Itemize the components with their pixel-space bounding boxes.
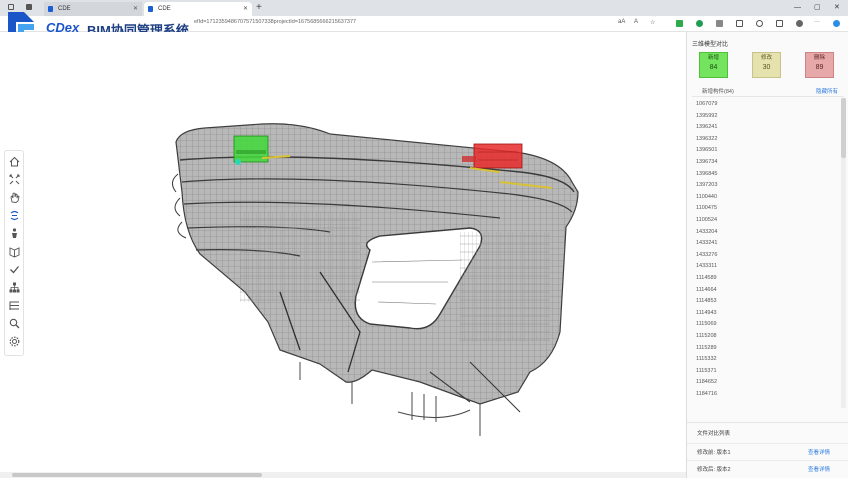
modified-label: 修改: [760, 55, 772, 61]
component-id-item[interactable]: 1100524: [696, 217, 717, 223]
shield-extension-icon[interactable]: [676, 20, 683, 27]
deleted-count-card[interactable]: 删除 89: [805, 52, 834, 78]
component-id-item[interactable]: 1115332: [696, 356, 717, 362]
component-id-item[interactable]: 1396845: [696, 171, 717, 177]
viewer-toolbar: [4, 150, 24, 356]
deleted-label: 删除: [813, 55, 825, 61]
added-list-header: 新增构件(84) 隐藏所有: [692, 84, 844, 97]
compare-row-label: 修改后: 版本2: [697, 467, 731, 473]
component-id-item[interactable]: 1397203: [696, 182, 717, 188]
added-count-card[interactable]: 新增 84: [699, 52, 728, 78]
model-compare-panel: 三维模型对比 新增 84 修改 30 删除 89 新增构件(84) 隐藏所有 1…: [686, 32, 848, 478]
modified-count: 30: [762, 64, 771, 71]
component-id-item[interactable]: 1115371: [696, 368, 717, 374]
component-id-item[interactable]: 1115069: [696, 321, 717, 327]
minimize-icon[interactable]: —: [794, 1, 801, 15]
home-icon[interactable]: [8, 155, 21, 168]
person-icon[interactable]: [8, 227, 21, 240]
cde-favicon-icon: [48, 6, 53, 12]
component-id-item[interactable]: 1184652: [696, 379, 717, 385]
component-id-item[interactable]: 1114853: [696, 298, 717, 304]
component-id-item[interactable]: 1433241: [696, 240, 717, 246]
scrollbar-thumb[interactable]: [12, 473, 262, 477]
green-extension-icon[interactable]: [696, 20, 703, 27]
view-details-link[interactable]: 查看详情: [808, 465, 830, 473]
added-label: 新增: [707, 55, 719, 61]
modified-count-card[interactable]: 修改 30: [752, 52, 781, 78]
browser-tab-strip: CDE ✕ CDE ✕ + — ▢ ✕: [0, 0, 848, 16]
component-id-item[interactable]: 1100440: [696, 194, 717, 200]
close-tab-icon[interactable]: ✕: [133, 2, 138, 16]
file-compare-title: 文件对比列表: [697, 431, 731, 437]
component-id-item[interactable]: 1396241: [696, 124, 717, 130]
list-scrollbar-thumb[interactable]: [841, 98, 846, 158]
component-id-item[interactable]: 1433276: [696, 252, 717, 258]
component-id-item[interactable]: 1100475: [696, 205, 717, 211]
favorite-star-icon[interactable]: ☆: [650, 19, 655, 26]
file-compare-list: 文件对比列表 修改前: 版本1 查看详情 修改后: 版本2 查看详情: [687, 422, 848, 478]
horizontal-scrollbar[interactable]: [0, 472, 686, 478]
url-field[interactable]: efId=1712359486707571507338projectId=167…: [194, 19, 356, 25]
tab-label: CDE: [58, 6, 71, 12]
component-id-item[interactable]: 1114664: [696, 287, 717, 293]
view-details-link[interactable]: 查看详情: [808, 448, 830, 456]
profile-icon[interactable]: [796, 20, 803, 27]
component-id-item[interactable]: 1396322: [696, 136, 717, 142]
list-scrollbar[interactable]: [841, 98, 846, 408]
properties-list-icon[interactable]: [8, 299, 21, 312]
component-id-item[interactable]: 1395992: [696, 113, 717, 119]
search-icon[interactable]: [8, 317, 21, 330]
translate-icon[interactable]: A: [634, 19, 638, 25]
compare-row-before: 修改前: 版本1 查看详情: [687, 443, 848, 459]
component-id-item[interactable]: 1114943: [696, 310, 717, 316]
component-id-item[interactable]: 1067079: [696, 101, 717, 107]
building-model-render[interactable]: [0, 32, 686, 472]
component-id-item[interactable]: 1115289: [696, 345, 717, 351]
compare-row-label: 修改前: 版本1: [697, 450, 731, 456]
more-menu-icon[interactable]: ···: [814, 19, 820, 25]
component-id-item[interactable]: 1184716: [696, 391, 717, 397]
added-list-title: 新增构件(84): [702, 89, 734, 95]
component-id-item[interactable]: 1115208: [696, 333, 717, 339]
split-screen-icon[interactable]: [736, 20, 743, 27]
read-aloud-icon[interactable]: aA: [618, 19, 625, 25]
cde-favicon-icon: [148, 6, 153, 12]
component-id-item[interactable]: 1433311: [696, 263, 717, 269]
model-viewer-canvas[interactable]: [0, 32, 686, 472]
puzzle-extension-icon[interactable]: [716, 20, 723, 27]
collections-icon[interactable]: [776, 20, 783, 27]
component-id-item[interactable]: 1433204: [696, 229, 717, 235]
component-id-item[interactable]: 1396734: [696, 159, 717, 165]
hide-all-link[interactable]: 隐藏所有: [816, 87, 838, 95]
added-count: 84: [709, 64, 718, 71]
section-icon[interactable]: [8, 245, 21, 258]
panel-title: 三维模型对比: [692, 42, 729, 48]
settings-gear-icon[interactable]: [8, 335, 21, 348]
close-tab-icon[interactable]: ✕: [243, 2, 248, 16]
pan-hand-icon[interactable]: [8, 191, 21, 204]
structure-tree-icon[interactable]: [8, 281, 21, 294]
close-window-icon[interactable]: ✕: [834, 1, 840, 15]
favorites-icon[interactable]: [756, 20, 763, 27]
tab-label: CDE: [158, 6, 171, 12]
browser-tab-2[interactable]: CDE ✕: [144, 2, 252, 16]
component-id-item[interactable]: 1396501: [696, 147, 717, 153]
fit-view-icon[interactable]: [8, 173, 21, 186]
component-id-item[interactable]: 1114589: [696, 275, 717, 281]
maximize-icon[interactable]: ▢: [814, 1, 821, 15]
rotate-icon[interactable]: [8, 209, 21, 222]
copilot-icon[interactable]: [833, 20, 840, 27]
check-icon[interactable]: [8, 263, 21, 276]
component-id-list: 1067079 1395992 1396241 1396322 1396501 13967…: [687, 98, 843, 408]
deleted-count: 89: [815, 64, 824, 71]
compare-row-after: 修改后: 版本2 查看详情: [687, 460, 848, 476]
browser-tab-1[interactable]: CDE ✕: [44, 2, 142, 16]
new-tab-button[interactable]: +: [256, 1, 262, 15]
